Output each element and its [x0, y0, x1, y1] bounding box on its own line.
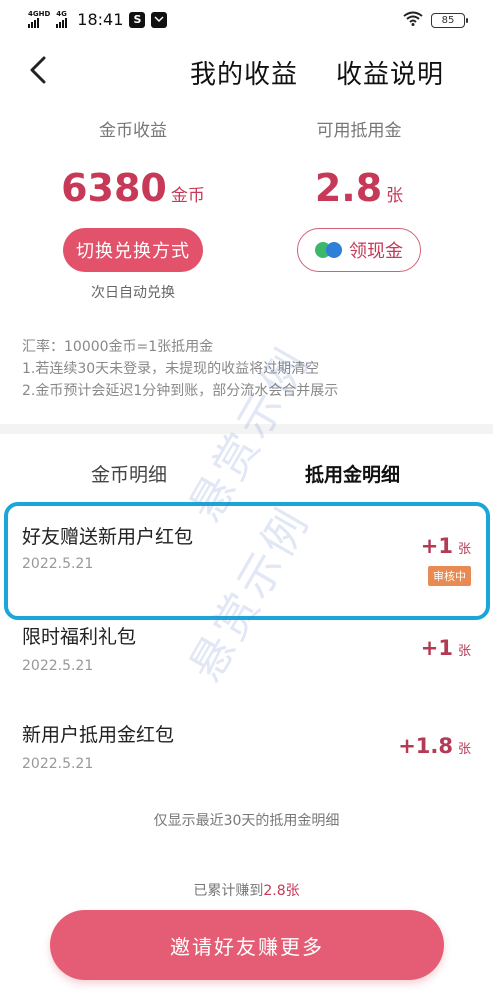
- tab-voucher-detail[interactable]: 抵用金明细: [305, 460, 400, 487]
- message-notification-icon: [151, 11, 168, 28]
- chevron-left-icon: [30, 56, 46, 84]
- item-amount-unit: 张: [457, 742, 471, 757]
- item-amount-value: +1.8: [398, 734, 453, 758]
- item-amount: +1 张: [421, 636, 471, 660]
- status-time: 18:41: [77, 10, 124, 29]
- total-earned: 已累计赚到2.8张: [0, 880, 493, 900]
- network-type-2: 4G: [56, 10, 67, 18]
- under-review-badge: 审核中: [428, 566, 471, 586]
- item-date: 2022.5.21: [22, 756, 94, 772]
- item-amount-value: +1: [420, 636, 453, 660]
- auto-exchange-note: 次日自动兑换: [91, 285, 175, 301]
- status-bar: 4GHD 4G 18:41 S 85: [0, 0, 493, 36]
- item-amount: +1 张: [421, 534, 471, 558]
- voucher-value: 2.8 张: [259, 166, 459, 210]
- status-left: 4GHD 4G 18:41 S: [28, 10, 168, 29]
- item-title: 好友赠送新用户红包: [22, 526, 194, 548]
- withdraw-cash-label: 领现金: [349, 241, 403, 262]
- voucher-label: 可用抵用金: [316, 121, 402, 141]
- total-earned-value: 2.8张: [263, 883, 300, 899]
- coin-unit: 金币: [170, 186, 205, 206]
- list-item: 新用户抵用金红包 2022.5.21 +1.8 张: [0, 706, 493, 806]
- network-type-1: 4GHD: [28, 10, 51, 18]
- item-date: 2022.5.21: [22, 658, 94, 674]
- battery-indicator: 85: [431, 13, 468, 28]
- item-title: 限时福利礼包: [22, 626, 137, 648]
- voucher-unit: 张: [386, 186, 404, 206]
- withdraw-cash-button[interactable]: 领现金: [297, 228, 421, 272]
- status-right: 85: [403, 11, 468, 30]
- coin-earnings-value: 6380 金币: [33, 166, 233, 210]
- coin-earnings-panel: 金币收益 6380 金币 切换兑换方式 次日自动兑换: [33, 118, 233, 301]
- detail-tabs: 金币明细 抵用金明细: [0, 454, 493, 494]
- exchange-rules: 汇率：10000金币=1张抵用金 1.若连续30天未登录，未提现的收益将过期清空…: [22, 336, 472, 402]
- list-item: 好友赠送新用户红包 2022.5.21 +1 张 审核中: [0, 500, 493, 600]
- item-amount: +1.8 张: [398, 734, 471, 758]
- section-divider: [0, 424, 493, 434]
- voucher-panel: 可用抵用金 2.8 张 领现金: [259, 118, 459, 272]
- item-amount-unit: 张: [457, 542, 471, 557]
- item-amount-value: +1: [420, 534, 453, 558]
- invite-friends-button[interactable]: 邀请好友赚更多: [50, 910, 444, 980]
- payment-methods-icon: [315, 241, 343, 259]
- signal-icon: 4GHD: [28, 11, 50, 28]
- page-title: 我的收益: [190, 60, 299, 90]
- earnings-explanation-link[interactable]: 收益说明: [336, 54, 444, 91]
- signal-icon-2: 4G: [56, 10, 68, 28]
- tab-coin-detail[interactable]: 金币明细: [91, 460, 167, 487]
- back-button[interactable]: [24, 56, 52, 84]
- total-earned-label: 已累计赚到: [193, 883, 264, 899]
- list-item: 限时福利礼包 2022.5.21 +1 张: [0, 608, 493, 708]
- earnings-summary: 金币收益 6380 金币 切换兑换方式 次日自动兑换 可用抵用金 2.8 张 领…: [0, 118, 493, 318]
- app-notification-icon: S: [129, 11, 146, 28]
- item-amount-unit: 张: [457, 644, 471, 659]
- voucher-amount: 2.8: [314, 166, 383, 210]
- wifi-icon: [403, 11, 423, 30]
- rule-1-text: 1.若连续30天未登录，未提现的收益将过期清空: [22, 361, 320, 377]
- coin-amount: 6380: [61, 166, 167, 210]
- rule-2-text: 2.金币预计会延迟1分钟到账，部分流水会合并展示: [22, 383, 339, 399]
- coin-earnings-label: 金币收益: [99, 121, 167, 141]
- item-title: 新用户抵用金红包: [22, 724, 175, 746]
- switch-exchange-method-button[interactable]: 切换兑换方式: [63, 228, 203, 272]
- detail-scope-note: 仅显示最近30天的抵用金明细: [153, 813, 340, 829]
- item-date: 2022.5.21: [22, 556, 94, 572]
- exchange-rate-text: 汇率：10000金币=1张抵用金: [22, 339, 214, 355]
- nav-bar: 我的收益 收益说明: [0, 40, 493, 100]
